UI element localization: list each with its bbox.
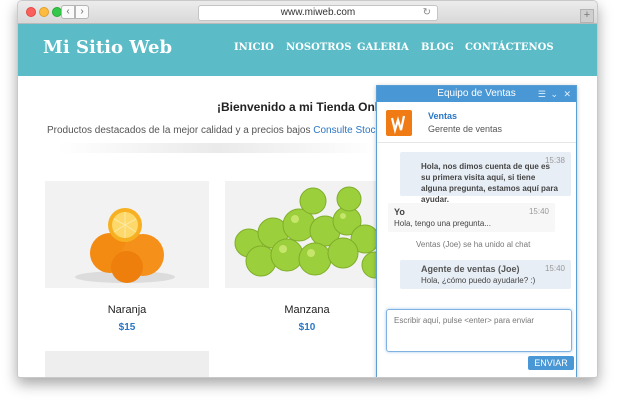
message-sender: Yo bbox=[394, 207, 405, 217]
message-time: 15:40 bbox=[528, 207, 549, 216]
minimize-window-button[interactable] bbox=[39, 7, 49, 17]
agent-info: Ventas Gerente de ventas bbox=[377, 102, 576, 143]
site-header: Mi Sitio Web INICIO NOSOTROS GALERIA BLO… bbox=[18, 24, 597, 76]
message-text: Hola, nos dimos cuenta de que es su prim… bbox=[421, 162, 558, 204]
new-tab-button[interactable]: + bbox=[580, 9, 594, 23]
product-name[interactable]: Naranja bbox=[45, 304, 209, 316]
site-logo[interactable]: Mi Sitio Web bbox=[43, 37, 172, 58]
address-bar-url: www.miweb.com bbox=[280, 7, 356, 18]
product-card[interactable]: Manzana $10 bbox=[225, 181, 389, 333]
send-button[interactable]: ENVIAR bbox=[528, 356, 574, 370]
chat-message: 15:38 Hola, nos dimos cuenta de que es s… bbox=[400, 152, 571, 204]
address-bar[interactable]: www.miweb.com ↻ bbox=[198, 5, 438, 21]
agent-name: Ventas bbox=[428, 111, 458, 121]
chat-input[interactable]: Escribir aquí, pulse <enter> para enviar bbox=[386, 309, 572, 352]
product-price: $15 bbox=[118, 322, 136, 333]
browser-window: ‹ › www.miweb.com ↻ + Mi Sitio Web INICI… bbox=[17, 0, 598, 378]
nav-inicio[interactable]: INICIO bbox=[234, 42, 274, 53]
product-price: $10 bbox=[298, 322, 316, 333]
chat-panel: Equipo de Ventas ☰ ⌄ ✕ Ventas Gerente de… bbox=[376, 85, 577, 377]
forward-button[interactable]: › bbox=[75, 5, 89, 19]
faded-text-line bbox=[58, 143, 378, 153]
welcome-heading: ¡Bienvenido a mi Tienda Online! bbox=[217, 100, 400, 114]
subtitle: Productos destacados de la mejor calidad… bbox=[47, 125, 402, 136]
reload-icon[interactable]: ↻ bbox=[423, 6, 431, 20]
apple-image[interactable] bbox=[225, 181, 389, 288]
product-card[interactable]: Naranja $15 bbox=[45, 181, 209, 333]
message-text: Hola, tengo una pregunta... bbox=[394, 219, 491, 228]
chat-message: Yo 15:40 Hola, tengo una pregunta... bbox=[388, 203, 555, 232]
product-name[interactable]: Manzana bbox=[225, 304, 389, 316]
message-time: 15:40 bbox=[544, 264, 565, 273]
nav-blog[interactable]: BLOG bbox=[421, 42, 454, 53]
chevron-down-icon[interactable]: ⌄ bbox=[550, 86, 558, 102]
message-sender: Agente de ventas (Joe) bbox=[421, 264, 520, 274]
close-icon[interactable]: ✕ bbox=[563, 86, 571, 102]
chat-title: Equipo de Ventas bbox=[437, 88, 516, 99]
nav-galeria[interactable]: GALERIA bbox=[357, 42, 409, 53]
chat-input-placeholder: Escribir aquí, pulse <enter> para enviar bbox=[394, 316, 535, 325]
message-text: Hola, ¿cómo puedo ayudarle? :) bbox=[421, 276, 536, 285]
agent-avatar bbox=[386, 110, 412, 136]
nav-contactenos[interactable]: CONTÁCTENOS bbox=[465, 42, 554, 53]
close-window-button[interactable] bbox=[26, 7, 36, 17]
back-button[interactable]: ‹ bbox=[61, 5, 75, 19]
product-card[interactable] bbox=[45, 351, 209, 377]
system-message: Ventas (Joe) se ha unido al chat bbox=[416, 240, 531, 249]
browser-toolbar: ‹ › www.miweb.com ↻ + bbox=[18, 1, 597, 24]
chat-message: Agente de ventas (Joe) 15:40 Hola, ¿cómo… bbox=[400, 260, 571, 289]
orange-image[interactable] bbox=[45, 181, 209, 288]
menu-icon[interactable]: ☰ bbox=[538, 86, 546, 102]
nav-nosotros[interactable]: NOSOTROS bbox=[286, 42, 351, 53]
chat-header[interactable]: Equipo de Ventas ☰ ⌄ ✕ bbox=[377, 86, 576, 102]
subtitle-text: Productos destacados de la mejor calidad… bbox=[47, 125, 311, 136]
agent-role: Gerente de ventas bbox=[428, 124, 503, 134]
